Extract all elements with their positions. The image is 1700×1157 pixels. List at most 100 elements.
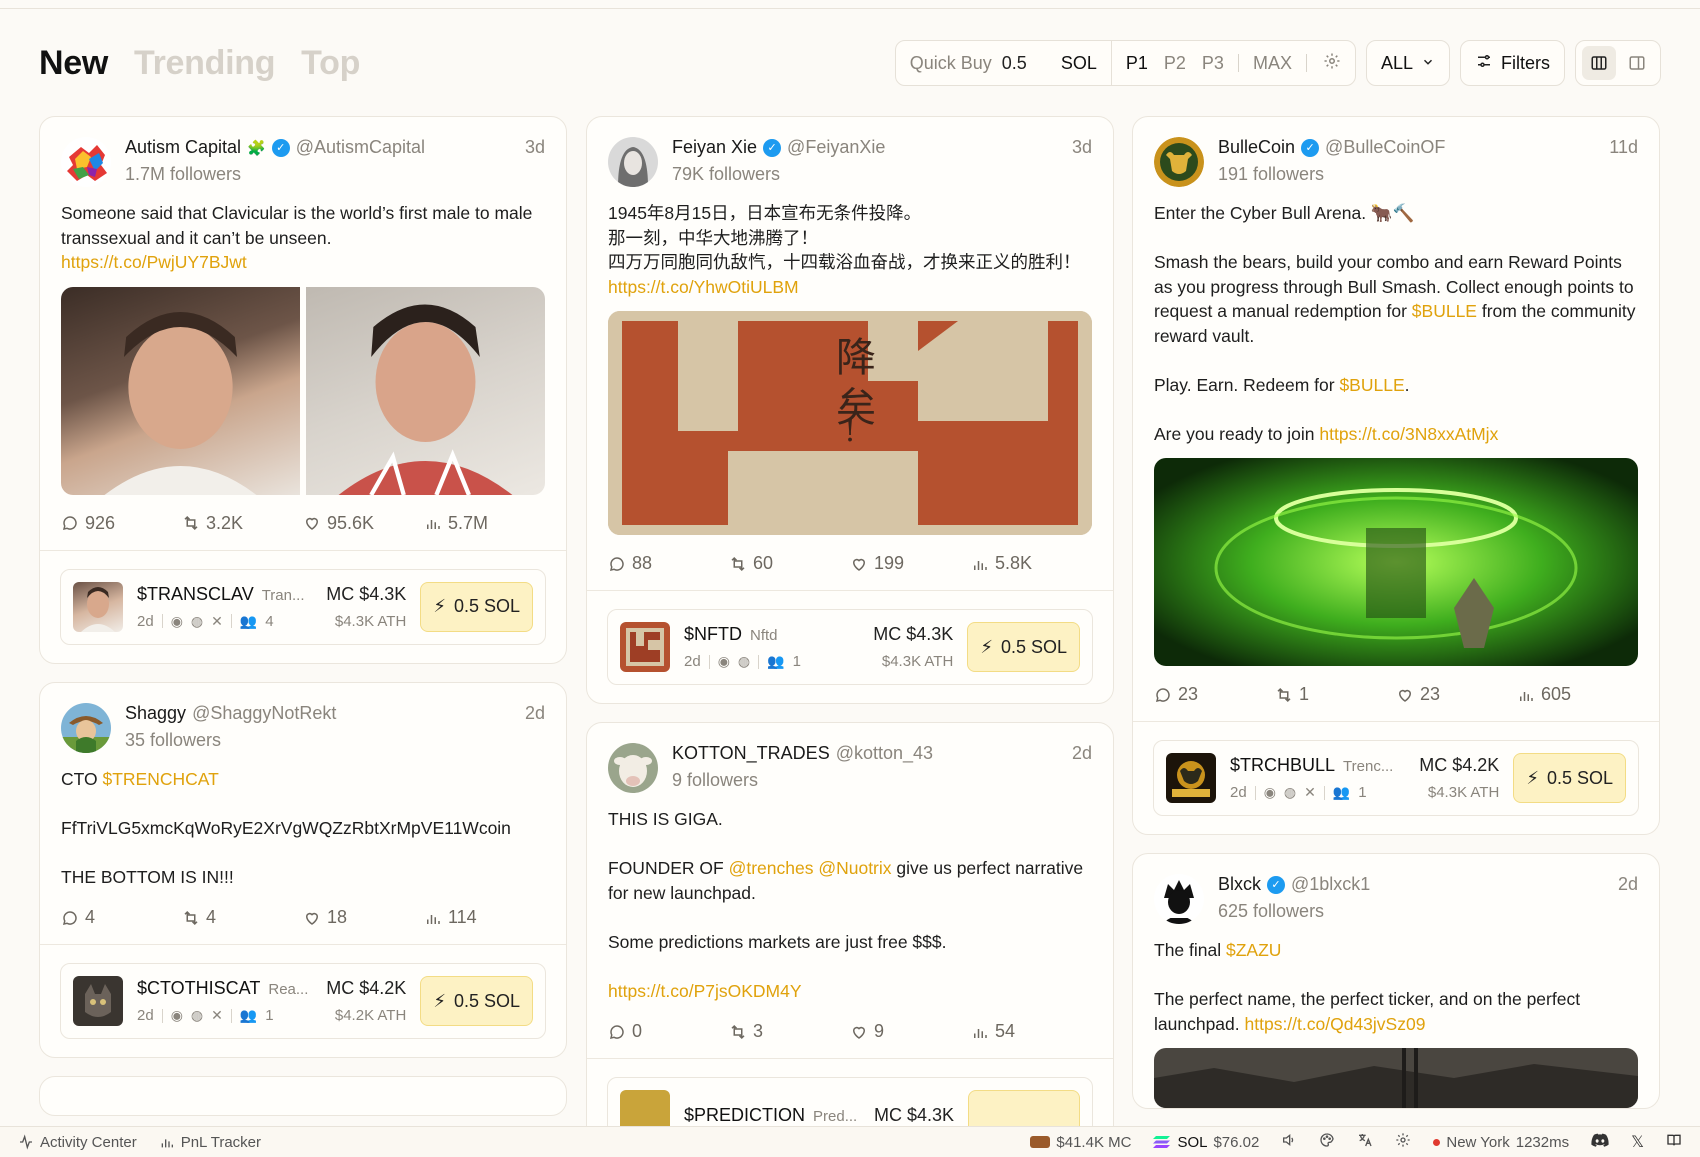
x-icon[interactable]: ✕ [1304,784,1316,801]
reply-stat[interactable]: 23 [1154,684,1275,705]
author-handle[interactable]: @ShaggyNotRekt [192,703,336,724]
like-stat[interactable]: 9 [850,1021,971,1042]
post-card[interactable]: BulleCoin ✓ @BulleCoinOF 191 followers 1… [1132,116,1660,835]
globe-icon[interactable]: ◍ [191,613,203,630]
author-handle[interactable]: @FeiyanXie [787,137,885,158]
preset-p1[interactable]: P1 [1126,53,1148,74]
x-icon[interactable]: 𝕏 [1631,1132,1644,1152]
all-select[interactable]: ALL [1365,40,1450,86]
like-stat[interactable]: 23 [1396,684,1517,705]
cashtag-link[interactable]: $BULLE [1339,375,1404,395]
author-name[interactable]: BulleCoin [1218,137,1295,158]
author-name[interactable]: Feiyan Xie [672,137,757,158]
author-name[interactable]: Blxck [1218,874,1261,895]
post-link[interactable]: https://t.co/P7jsOKDM4Y [608,981,802,1001]
activity-center-button[interactable]: Activity Center [18,1134,137,1151]
post-card[interactable]: KOTTON_TRADES @kotton_43 9 followers 2d … [586,722,1114,1157]
post-media[interactable]: 降 矣 ! [608,311,1092,535]
x-icon[interactable]: ✕ [211,613,223,630]
token-symbol[interactable]: $TRCHBULL [1230,755,1335,776]
post-link[interactable]: https://t.co/YhwOtiULBM [608,277,799,297]
palette-icon[interactable] [1319,1132,1335,1152]
translate-icon[interactable] [1357,1132,1373,1152]
pump-icon[interactable]: ◉ [1264,784,1276,801]
cashtag-link[interactable]: $BULLE [1412,301,1477,321]
token-row[interactable]: $CTOTHISCAT Rea... 2d ◉ ◍ ✕ 👥 1 MC $4.2K $4.… [60,963,546,1039]
views-stat[interactable]: 5.8K [971,553,1092,574]
cashtag-link[interactable]: $TRENCHCAT [103,769,219,789]
like-stat[interactable]: 18 [303,907,424,928]
author-handle[interactable]: @1blxck1 [1291,874,1370,895]
views-stat[interactable]: 114 [424,907,545,928]
quick-buy-button[interactable]: ⚡ 0.5 SOL [1513,753,1626,803]
pump-icon[interactable]: ◉ [718,653,730,670]
views-stat[interactable]: 54 [971,1021,1092,1042]
globe-icon[interactable]: ◍ [738,653,750,670]
avatar[interactable] [1154,874,1204,924]
post-card[interactable]: Shaggy @ShaggyNotRekt 35 followers 2d CT… [39,681,567,1058]
author-handle[interactable]: @kotton_43 [836,743,933,764]
discord-icon[interactable] [1591,1133,1609,1151]
token-symbol[interactable]: $CTOTHISCAT [137,978,260,999]
views-stat[interactable]: 5.7M [424,513,545,534]
pnl-tracker-button[interactable]: PnL Tracker [159,1134,261,1151]
post-media[interactable] [1154,1048,1638,1108]
retweet-stat[interactable]: 4 [182,907,303,928]
book-icon[interactable] [1666,1132,1682,1152]
tab-top[interactable]: Top [301,44,360,83]
speaker-icon[interactable] [1281,1132,1297,1152]
sol-price-indicator[interactable]: SOL $76.02 [1153,1134,1259,1151]
post-media[interactable] [1154,458,1638,666]
token-symbol[interactable]: $PREDICTION [684,1105,805,1126]
post-link[interactable]: https://t.co/PwjUY7BJwt [61,252,247,272]
quick-buy-button[interactable]: ⚡ 0.5 SOL [967,622,1080,672]
preset-p2[interactable]: P2 [1164,53,1186,74]
token-row[interactable]: $TRCHBULL Trenc... 2d ◉ ◍ ✕ 👥 1 MC $4.2K $4.… [1153,740,1639,816]
author-handle[interactable]: @AutismCapital [296,137,425,158]
post-card[interactable]: Blxck ✓ @1blxck1 625 followers 2d The fi… [1132,853,1660,1109]
post-card[interactable] [39,1076,567,1116]
post-link[interactable]: https://t.co/Qd43jvSz09 [1245,1014,1426,1034]
post-media[interactable] [61,286,545,495]
token-row[interactable]: $TRANSCLAV Tran... 2d ◉ ◍ ✕ 👥 4 MC $4.3K $4.… [60,568,546,645]
post-card[interactable]: Autism Capital 🧩 ✓ @AutismCapital 1.7M f… [39,116,567,664]
retweet-stat[interactable]: 1 [1275,684,1396,705]
token-symbol[interactable]: $NFTD [684,624,742,645]
token-row[interactable]: $NFTD Nftd 2d ◉ ◍ 👥 1 MC $4.3K $4.3K ATH ⚡ 0… [607,609,1093,685]
globe-icon[interactable]: ◍ [1284,784,1296,801]
author-handle[interactable]: @BulleCoinOF [1325,137,1445,158]
retweet-stat[interactable]: 60 [729,553,850,574]
columns-layout-icon[interactable] [1582,46,1616,80]
views-stat[interactable]: 605 [1517,684,1638,705]
region-latency[interactable]: New York 1232ms [1433,1134,1569,1151]
post-link[interactable]: https://t.co/3N8xxAtMjx [1319,424,1498,444]
preset-p3[interactable]: P3 [1202,53,1224,74]
gear-icon[interactable] [1323,52,1341,75]
author-name[interactable]: Autism Capital [125,137,241,158]
filters-button[interactable]: Filters [1460,40,1565,86]
quick-buy-amount-input[interactable]: 0.5 [1002,53,1027,74]
split-layout-icon[interactable] [1620,46,1654,80]
avatar[interactable] [608,137,658,187]
mention-link[interactable]: @trenches [729,858,814,878]
preset-max[interactable]: MAX [1253,53,1292,74]
mention-link[interactable]: @Nuotrix [818,858,891,878]
post-card[interactable]: Feiyan Xie ✓ @FeiyanXie 79K followers 3d… [586,116,1114,704]
like-stat[interactable]: 95.6K [303,513,424,534]
quick-buy-button[interactable]: ⚡ 0.5 SOL [420,976,533,1026]
author-name[interactable]: Shaggy [125,703,186,724]
avatar[interactable] [61,702,111,753]
like-stat[interactable]: 199 [850,553,971,574]
pump-icon[interactable]: ◉ [171,613,183,630]
tab-trending[interactable]: Trending [134,44,275,83]
photo-right[interactable] [306,286,545,495]
token-symbol[interactable]: $TRANSCLAV [137,584,254,605]
photo-left[interactable] [61,286,300,495]
market-cap-indicator[interactable]: $41.4K MC [1030,1134,1131,1151]
retweet-stat[interactable]: 3 [729,1021,850,1042]
avatar[interactable] [608,743,658,793]
reply-stat[interactable]: 4 [61,907,182,928]
pump-icon[interactable]: ◉ [171,1007,183,1024]
reply-stat[interactable]: 926 [61,513,182,534]
tab-new[interactable]: New [39,44,108,83]
